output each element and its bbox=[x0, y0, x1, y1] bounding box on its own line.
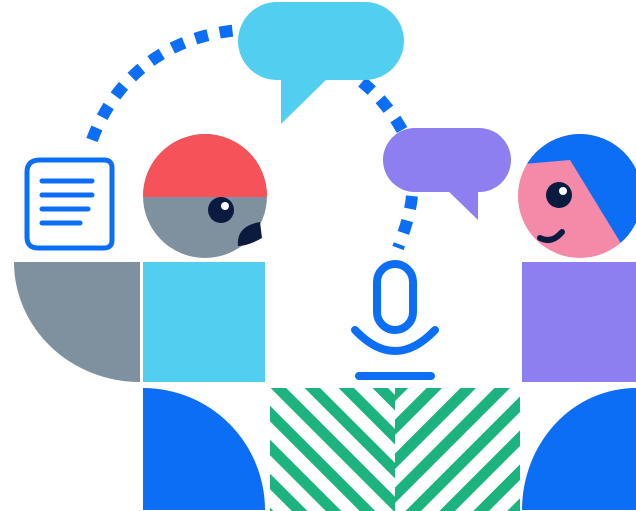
eye bbox=[208, 197, 234, 223]
dotted-connector-right bbox=[358, 77, 408, 133]
illustration-canvas bbox=[14, 2, 636, 511]
document-icon bbox=[24, 157, 115, 251]
right-blue-half-shape bbox=[522, 388, 636, 510]
left-blue-half-shape bbox=[143, 388, 265, 510]
cap bbox=[143, 134, 267, 197]
bubble-tail bbox=[281, 70, 330, 124]
left-person-body bbox=[143, 262, 265, 382]
striped-table bbox=[270, 388, 520, 511]
podcast-illustration bbox=[0, 0, 636, 511]
speech-bubble-purple-icon bbox=[383, 128, 511, 220]
right-person-body bbox=[522, 262, 636, 382]
dotted-connector-arc bbox=[86, 24, 241, 143]
right-person-head bbox=[518, 134, 636, 258]
eye-highlight bbox=[559, 187, 567, 195]
left-person-head bbox=[143, 134, 267, 258]
dotted-connector-mic bbox=[392, 195, 418, 251]
left-gray-quarter-shape bbox=[14, 262, 140, 382]
eye-highlight bbox=[221, 202, 229, 210]
bubble-body bbox=[383, 128, 511, 192]
microphone-icon bbox=[351, 260, 439, 380]
eye bbox=[546, 182, 572, 208]
bubble-body bbox=[238, 2, 404, 80]
